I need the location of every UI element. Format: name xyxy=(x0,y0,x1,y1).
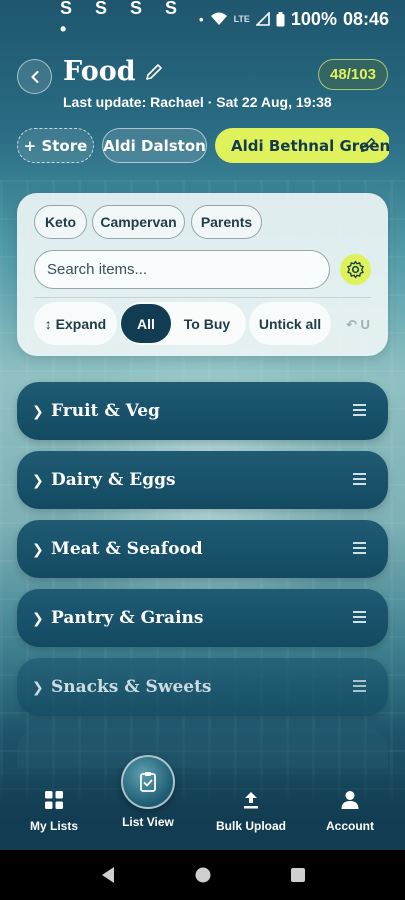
tag-keto[interactable]: Keto xyxy=(34,205,87,239)
tag-campervan[interactable]: Campervan xyxy=(92,205,185,239)
store-chip-aldi-bethnal-green[interactable]: Aldi Bethnal Green xyxy=(215,128,389,163)
category-fruit-veg[interactable]: ❯ Fruit & Veg xyxy=(17,382,388,440)
untick-all-button[interactable]: Untick all xyxy=(249,302,331,345)
system-navigation-bar xyxy=(0,850,405,900)
category-dairy-eggs[interactable]: ❯ Dairy & Eggs xyxy=(17,451,388,509)
settings-button[interactable] xyxy=(340,254,371,285)
page-title: Food xyxy=(63,56,136,87)
back-triangle-icon[interactable] xyxy=(99,866,117,884)
nav-list-view-label: List View xyxy=(122,815,174,829)
drag-handle-icon[interactable] xyxy=(353,611,366,623)
category-name: Pantry & Grains xyxy=(51,608,204,628)
search-input[interactable] xyxy=(34,250,330,289)
category-pantry-grains[interactable]: ❯ Pantry & Grains xyxy=(17,589,388,647)
gear-icon xyxy=(347,260,364,279)
lte-label: LTE xyxy=(233,14,250,24)
store-selector: + Store Aldi Dalston Aldi Bethnal Green xyxy=(17,128,389,164)
notification-icons: S S S S • xyxy=(60,0,187,39)
chevron-right-icon: ❯ xyxy=(32,678,44,695)
nav-my-lists[interactable]: My Lists xyxy=(9,787,99,833)
chevron-right-icon: ❯ xyxy=(32,471,44,488)
filter-all-button[interactable]: All xyxy=(121,304,171,343)
battery-icon xyxy=(276,11,285,26)
person-icon xyxy=(341,791,359,809)
expand-button[interactable]: ↕ Expand xyxy=(34,302,117,345)
nav-label: Bulk Upload xyxy=(215,819,286,833)
filter-panel: Keto Campervan Parents ↕ Expand All To B… xyxy=(17,193,388,356)
undo-button[interactable]: ↶ U xyxy=(346,317,370,333)
category-partially-hidden xyxy=(17,728,388,768)
last-update-text: Last update: Rachael · Sat 22 Aug, 19:38 xyxy=(63,94,332,110)
bottom-navigation: My Lists Bulk Upload Account xyxy=(0,775,405,850)
nav-label: My Lists xyxy=(29,819,78,833)
category-name: Snacks & Sweets xyxy=(51,677,212,697)
chevron-right-icon: ❯ xyxy=(32,402,44,419)
upload-icon xyxy=(244,792,258,809)
item-count-badge: 48/103 xyxy=(318,59,388,90)
category-name: Dairy & Eggs xyxy=(51,470,176,490)
chevron-right-icon: ❯ xyxy=(32,540,44,557)
clipboard-icon xyxy=(140,772,156,792)
nav-account[interactable]: Account xyxy=(305,787,395,833)
category-meat-seafood[interactable]: ❯ Meat & Seafood xyxy=(17,520,388,578)
drag-handle-icon[interactable] xyxy=(353,473,366,485)
signal-icon xyxy=(255,12,270,26)
tag-parents[interactable]: Parents xyxy=(191,205,262,239)
nav-bulk-upload[interactable]: Bulk Upload xyxy=(206,787,296,833)
battery-percent: 100% xyxy=(290,8,337,29)
nav-label: Account xyxy=(326,819,374,833)
drag-handle-icon[interactable] xyxy=(353,404,366,416)
home-circle-icon[interactable] xyxy=(195,867,211,883)
store-chip-aldi-dalston[interactable]: Aldi Dalston xyxy=(102,128,207,163)
chevron-left-icon xyxy=(30,70,38,83)
recents-square-icon[interactable] xyxy=(290,867,306,883)
pencil-icon[interactable] xyxy=(144,62,164,82)
clock: 08:46 xyxy=(342,8,389,29)
nav-list-view-button[interactable] xyxy=(121,755,175,809)
drag-handle-icon[interactable] xyxy=(353,680,366,692)
wifi-icon xyxy=(210,12,227,25)
category-snacks-sweets[interactable]: ❯ Snacks & Sweets xyxy=(17,658,388,716)
category-name: Meat & Seafood xyxy=(51,539,203,559)
status-bar: S S S S • • LTE 100% 08:46 xyxy=(0,0,405,39)
dot-icon: • xyxy=(199,11,204,27)
grid-icon xyxy=(45,791,63,809)
pencil-icon[interactable] xyxy=(359,136,377,154)
category-name: Fruit & Veg xyxy=(51,401,160,421)
add-store-button[interactable]: + Store xyxy=(17,128,94,163)
chevron-right-icon: ❯ xyxy=(32,609,44,626)
divider xyxy=(34,297,371,298)
filter-to-buy-button[interactable]: To Buy xyxy=(177,302,237,345)
drag-handle-icon[interactable] xyxy=(353,542,366,554)
back-button[interactable] xyxy=(17,59,52,94)
